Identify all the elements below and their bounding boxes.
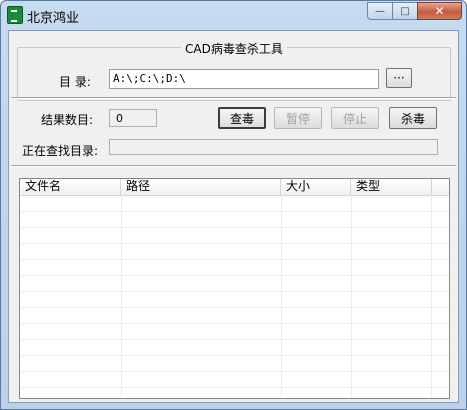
grid-line — [431, 195, 432, 398]
column-filename[interactable]: 文件名 — [20, 179, 121, 195]
maximize-button[interactable]: □ — [392, 2, 418, 20]
grid-line — [20, 259, 449, 260]
column-size[interactable]: 大小 — [281, 179, 351, 195]
column-path[interactable]: 路径 — [121, 179, 281, 195]
grid-line — [20, 275, 449, 276]
kill-button[interactable]: 杀毒 — [389, 107, 437, 129]
directory-input[interactable]: A:\;C:\;D:\ — [109, 69, 379, 89]
results-list[interactable]: 文件名 路径 大小 类型 — [19, 178, 450, 399]
scanning-dir-value — [109, 139, 438, 155]
column-type[interactable]: 类型 — [351, 179, 432, 195]
directory-label: 目 录: — [59, 75, 91, 89]
separator-top — [11, 97, 456, 99]
grid-line — [20, 307, 449, 308]
grid-line — [20, 291, 449, 292]
grid-line — [20, 243, 449, 244]
scan-button[interactable]: 查毒 — [218, 107, 266, 129]
scanning-dir-label: 正在查找目录: — [22, 144, 99, 158]
result-count-label: 结果数目: — [41, 113, 94, 127]
grid-line — [20, 211, 449, 212]
minimize-button[interactable]: — — [367, 2, 393, 20]
grid-line — [20, 339, 449, 340]
grid-line — [281, 195, 282, 398]
grid-line — [20, 355, 449, 356]
grid-line — [20, 323, 449, 324]
title-bar[interactable]: 北京鸿业 — □ ✕ — [1, 1, 466, 29]
grid-line — [121, 195, 122, 398]
stop-button[interactable]: 停止 — [331, 107, 379, 129]
grid-line — [20, 371, 449, 372]
results-list-header: 文件名 路径 大小 类型 — [20, 179, 449, 196]
client-area: CAD病毒查杀工具 目 录: A:\;C:\;D:\ ··· 结果数目: 0 查… — [8, 30, 459, 403]
result-count-value: 0 — [109, 109, 157, 127]
group-title: CAD病毒查杀工具 — [181, 40, 287, 57]
grid-line — [20, 387, 449, 388]
main-window: 北京鸿业 — □ ✕ CAD病毒查杀工具 目 录: A:\;C:\;D:\ ··… — [0, 0, 467, 410]
grid-line — [20, 227, 449, 228]
pause-button[interactable]: 暂停 — [274, 107, 322, 129]
browse-button[interactable]: ··· — [386, 68, 412, 88]
separator-bottom — [11, 165, 456, 167]
window-title: 北京鸿业 — [27, 11, 80, 26]
close-button[interactable]: ✕ — [417, 2, 462, 20]
app-logo-icon — [7, 6, 23, 24]
grid-line — [351, 195, 352, 398]
